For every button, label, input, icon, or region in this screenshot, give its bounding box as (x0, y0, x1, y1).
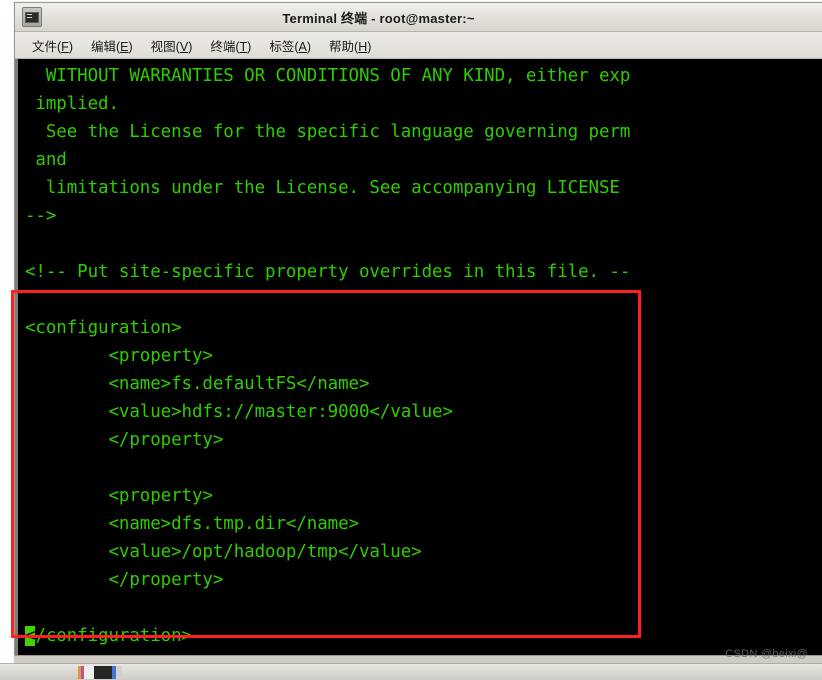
window-title-text: Terminal 终端 - root@master:~ (282, 10, 475, 26)
menu-file-mnemonic: F (61, 39, 69, 54)
terminal-line: </property> (25, 570, 224, 590)
csdn-watermark: CSDN @beixi@ (725, 648, 808, 660)
terminal-window[interactable]: Terminal 终端 - root@master:~ 文件(F) 编辑(E) … (14, 2, 822, 664)
terminal-monitor-icon (22, 7, 42, 27)
monitor-screen-glyph (25, 11, 39, 23)
menu-view-mnemonic: V (179, 39, 189, 54)
terminal-line: --> (25, 206, 57, 226)
terminal-line: implied. (25, 94, 119, 114)
menu-tabs-mnemonic: A (298, 39, 307, 54)
menu-item-edit[interactable]: 编辑(E) (82, 34, 142, 57)
menu-terminal-prefix: 终端( (210, 39, 240, 54)
terminal-line: and (25, 150, 67, 170)
terminal-line: <name>fs.defaultFS</name> (25, 374, 370, 394)
menu-item-terminal[interactable]: 终端(T) (201, 34, 260, 57)
terminal-line: <configuration> (25, 318, 182, 338)
menu-edit-prefix: 编辑( (90, 39, 121, 54)
menu-help-prefix: 帮助( (329, 39, 359, 54)
window-title-bar[interactable]: Terminal 终端 - root@master:~ (15, 3, 822, 32)
menu-edit-mnemonic: E (120, 39, 129, 54)
terminal-line: </property> (25, 430, 224, 450)
terminal-line: <value>/opt/hadoop/tmp</value> (25, 542, 422, 562)
menu-file-prefix: 文件( (32, 39, 62, 54)
menu-tabs-suffix: ) (306, 39, 312, 54)
taskbar-item-window[interactable] (78, 666, 122, 679)
terminal-line: </configuration> (25, 626, 192, 646)
menu-edit-suffix: ) (128, 39, 133, 54)
terminal-line: limitations under the License. See accom… (25, 178, 631, 198)
menu-terminal-suffix: ) (247, 39, 252, 54)
menu-item-help[interactable]: 帮助(H) (320, 34, 380, 57)
desktop-background: Terminal 终端 - root@master:~ 文件(F) 编辑(E) … (0, 0, 822, 680)
menu-tabs-prefix: 标签( (269, 39, 299, 54)
terminal-line: See the License for the specific languag… (25, 122, 631, 142)
terminal-line: WITHOUT WARRANTIES OR CONDITIONS OF ANY … (25, 66, 631, 86)
terminal-line: <value>hdfs://master:9000</value> (25, 402, 453, 422)
menu-bar[interactable]: 文件(F) 编辑(E) 视图(V) 终端(T) 标签(A) 帮助(H) (15, 32, 822, 59)
terminal-line: <!-- Put site-specific property override… (25, 262, 631, 282)
terminal-cursor: < (25, 626, 36, 646)
terminal-text-area[interactable]: WITHOUT WARRANTIES OR CONDITIONS OF ANY … (18, 59, 822, 663)
terminal-body[interactable]: WITHOUT WARRANTIES OR CONDITIONS OF ANY … (15, 59, 822, 663)
menu-help-suffix: ) (367, 39, 372, 54)
terminal-line: <name>dfs.tmp.dir</name> (25, 514, 359, 534)
menu-item-view[interactable]: 视图(V) (142, 34, 202, 57)
menu-item-tabs[interactable]: 标签(A) (260, 34, 320, 57)
menu-help-mnemonic: H (358, 39, 368, 54)
terminal-line: <property> (25, 486, 213, 506)
menu-item-file[interactable]: 文件(F) (23, 34, 82, 57)
desktop-taskbar[interactable] (0, 663, 822, 680)
menu-view-suffix: ) (188, 39, 193, 54)
menu-file-suffix: ) (68, 39, 73, 54)
menu-view-prefix: 视图( (150, 39, 180, 54)
terminal-line: <property> (25, 346, 213, 366)
